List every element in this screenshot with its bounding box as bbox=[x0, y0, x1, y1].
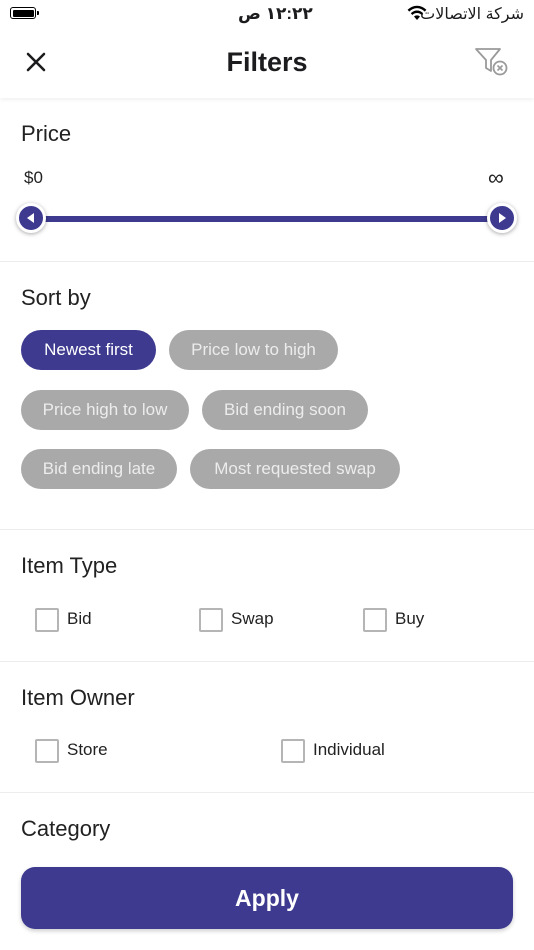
item-owner-individual-checkbox[interactable]: Individual bbox=[281, 739, 441, 765]
item-type-section bbox=[0, 530, 534, 662]
sort-option-bid-ending-late[interactable]: Bid ending late bbox=[21, 449, 177, 489]
price-slider-max-handle[interactable] bbox=[487, 203, 517, 233]
carrier-name: شركة الاتصالات bbox=[420, 6, 524, 23]
chevron-left-icon bbox=[27, 213, 34, 223]
item-type-swap-checkbox[interactable]: Swap bbox=[199, 608, 319, 634]
checkbox-label: Bid bbox=[67, 609, 92, 628]
sort-option-newest-first[interactable]: Newest first bbox=[21, 330, 156, 370]
item-type-bid-checkbox[interactable]: Bid bbox=[35, 608, 155, 634]
item-owner-title: Item Owner bbox=[21, 685, 135, 710]
sort-title: Sort by bbox=[21, 285, 91, 310]
item-owner-section bbox=[0, 662, 534, 793]
price-max-label: ∞ bbox=[488, 165, 504, 190]
item-owner-store-checkbox[interactable]: Store bbox=[35, 739, 175, 765]
checkbox-label: Store bbox=[67, 740, 108, 759]
category-title: Category bbox=[21, 816, 111, 841]
item-type-buy-checkbox[interactable]: Buy bbox=[363, 608, 483, 634]
status-bar: ١٢:٢٢ ص شركة الاتصالات bbox=[0, 0, 534, 28]
sort-option-bid-ending-soon[interactable]: Bid ending soon bbox=[202, 390, 368, 430]
apply-button[interactable]: Apply bbox=[21, 867, 513, 929]
sort-option-price-low-to-high[interactable]: Price low to high bbox=[169, 330, 338, 370]
status-time: ١٢:٢٢ ص bbox=[238, 4, 313, 23]
item-type-title: Item Type bbox=[21, 553, 118, 578]
checkbox-label: Swap bbox=[231, 609, 274, 628]
sort-option-price-high-to-low[interactable]: Price high to low bbox=[21, 390, 189, 430]
page-title: Filters bbox=[226, 47, 308, 77]
price-title: Price bbox=[21, 121, 72, 146]
price-slider-track[interactable] bbox=[30, 216, 502, 222]
chevron-right-icon bbox=[499, 213, 506, 223]
price-slider-min-handle[interactable] bbox=[16, 203, 46, 233]
checkbox-label: Buy bbox=[395, 609, 425, 628]
sort-option-most-requested-swap[interactable]: Most requested swap bbox=[190, 449, 400, 489]
header: Filters bbox=[0, 28, 534, 98]
battery-icon bbox=[10, 7, 39, 19]
filter-clear-icon[interactable] bbox=[474, 46, 510, 78]
price-section bbox=[0, 98, 534, 262]
price-min-label: $0 bbox=[24, 168, 43, 187]
checkbox-label: Individual bbox=[313, 740, 385, 759]
